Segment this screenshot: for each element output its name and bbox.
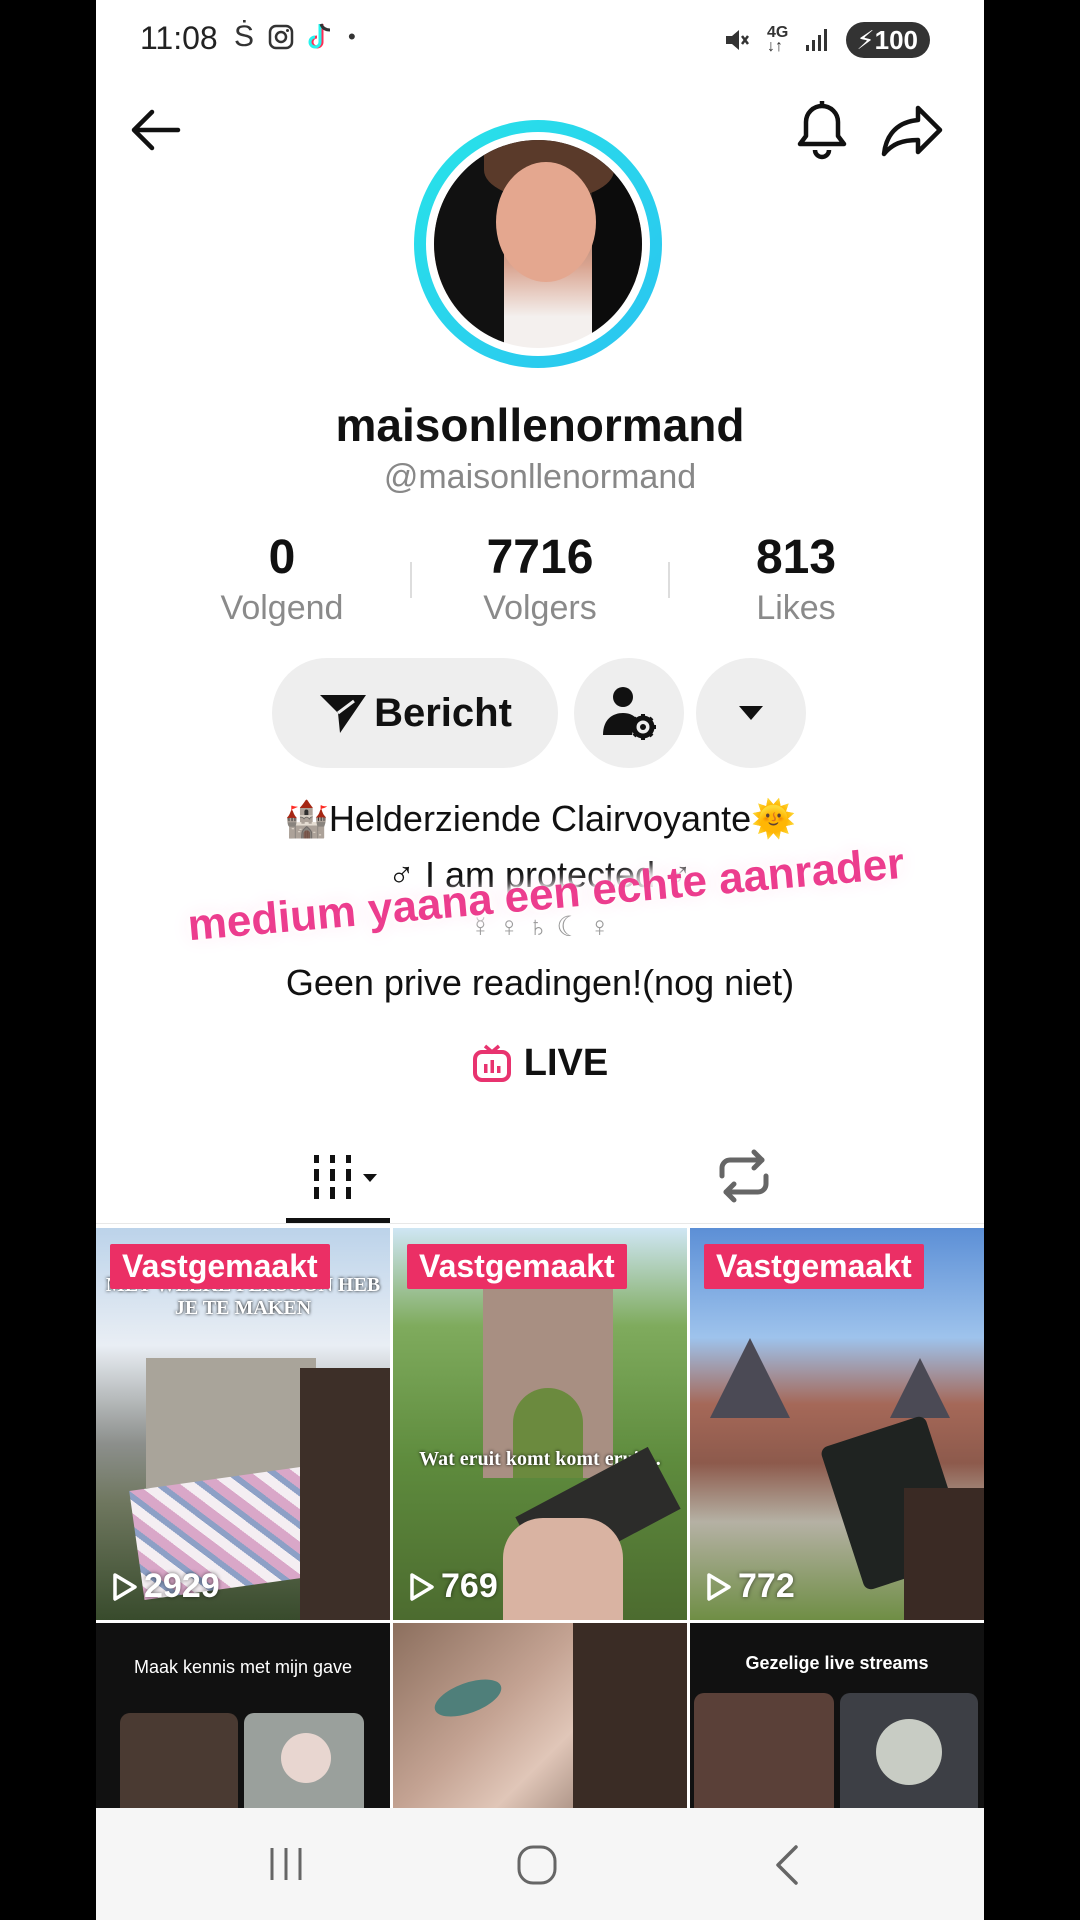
caret-down-icon — [363, 1174, 377, 1182]
recent-apps-icon[interactable] — [266, 1846, 306, 1882]
user-gear-icon — [603, 687, 656, 740]
tab-videos[interactable] — [310, 1148, 390, 1208]
pinned-badge: Vastgemaakt — [407, 1244, 627, 1289]
live-link[interactable]: LIVE — [96, 1042, 984, 1085]
pinned-badge: Vastgemaakt — [110, 1244, 330, 1289]
display-name: maisonllenormand — [335, 399, 745, 451]
more-dropdown-button[interactable] — [696, 658, 806, 768]
bell-icon[interactable] — [792, 98, 852, 162]
play-icon — [707, 1572, 731, 1601]
follow-settings-button[interactable] — [574, 658, 684, 768]
stat-likes[interactable]: 813 Likes — [686, 530, 906, 628]
bio-line-4: Geen prive readingen!(nog niet) — [285, 962, 795, 1003]
bio-line-1: 🏰Helderziende Clairvoyante🌞 — [284, 798, 796, 839]
send-icon — [320, 695, 367, 733]
avatar[interactable] — [426, 132, 650, 356]
status-bar: 11:08 Ṡ • 4G ↓↑ ⚡100 — [96, 0, 984, 80]
video-thumbnail[interactable]: Wat eruit komt komt eruit... Vastgemaakt… — [393, 1228, 687, 1620]
view-count: 769 — [409, 1567, 498, 1606]
battery-indicator: ⚡100 — [846, 22, 930, 58]
video-thumbnail[interactable]: MET WELKE PERSOON HEB JE TE MAKEN Vastge… — [96, 1228, 390, 1620]
username-handle: @maisonllenormand — [383, 458, 697, 496]
back-nav-icon[interactable] — [772, 1844, 802, 1886]
caret-down-icon — [739, 706, 763, 720]
video-thumbnail[interactable] — [393, 1623, 687, 1808]
notification-dot-icon: • — [348, 24, 356, 49]
s-app-icon: Ṡ — [234, 20, 255, 53]
home-icon[interactable] — [516, 1844, 558, 1886]
tab-reposts[interactable] — [712, 1148, 776, 1204]
view-count: 772 — [706, 1567, 795, 1606]
clock: 11:08 — [140, 20, 218, 56]
grid-icon — [314, 1155, 351, 1199]
tiktok-profile-screen: 11:08 Ṡ • 4G ↓↑ ⚡100 maisonllenormand @m… — [96, 0, 984, 1920]
network-type: 4G — [767, 24, 789, 41]
back-arrow-icon[interactable] — [126, 100, 186, 160]
live-tv-icon — [472, 1044, 511, 1082]
stat-following[interactable]: 0 Volgend — [172, 530, 392, 628]
signal-icon — [806, 29, 828, 51]
pinned-badge: Vastgemaakt — [704, 1244, 924, 1289]
play-icon — [410, 1572, 434, 1601]
play-icon — [113, 1572, 137, 1601]
message-button[interactable]: Bericht — [272, 658, 558, 768]
stat-followers[interactable]: 7716 Volgers — [430, 530, 650, 628]
video-thumbnail[interactable]: Maak kennis met mijn gave — [96, 1623, 390, 1808]
system-navigation-bar — [96, 1808, 984, 1920]
mute-icon — [726, 30, 749, 50]
video-thumbnail[interactable]: Vastgemaakt 772 — [690, 1228, 984, 1620]
instagram-icon — [268, 24, 294, 50]
avatar-live-ring[interactable] — [414, 120, 662, 368]
view-count: 2929 — [112, 1567, 220, 1606]
tiktok-icon — [308, 23, 331, 49]
share-arrow-icon[interactable] — [880, 100, 944, 160]
video-thumbnail[interactable]: Gezelige live streams — [690, 1623, 984, 1808]
